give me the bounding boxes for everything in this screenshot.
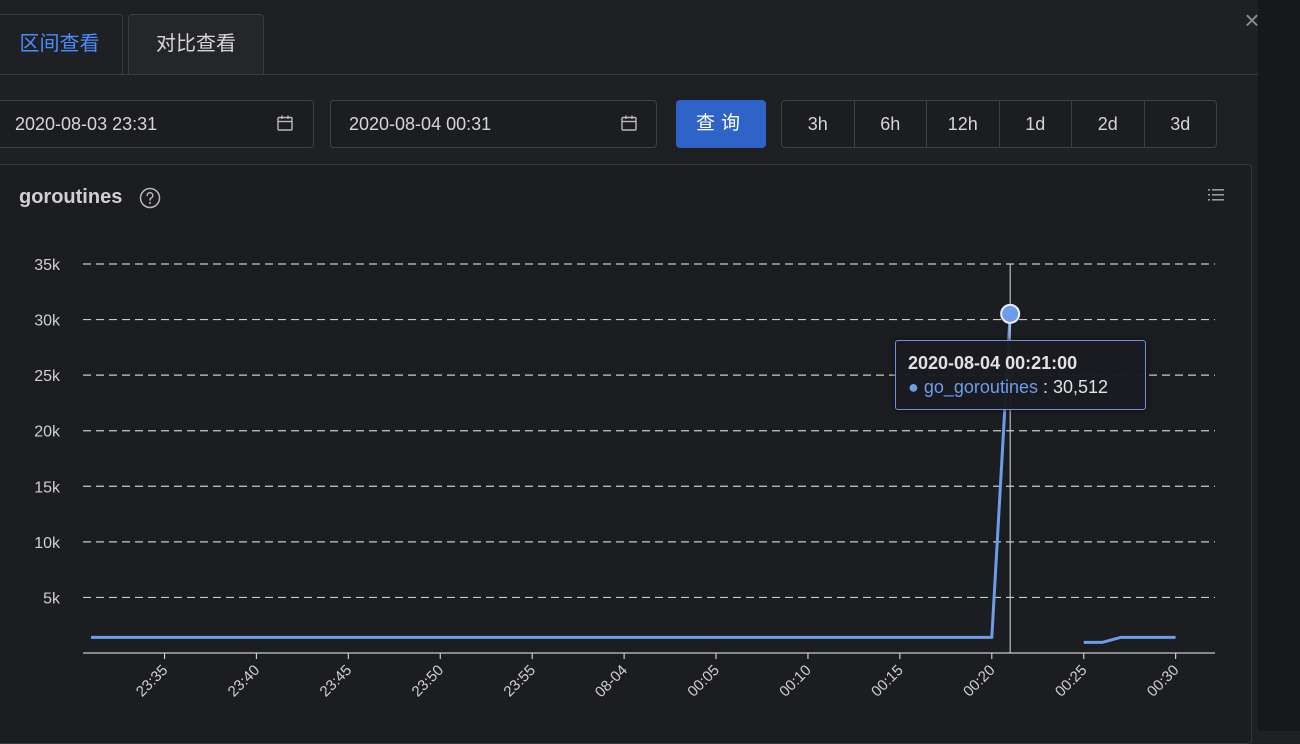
x-tick-label: 23:50 [409, 662, 448, 701]
tooltip-value: 30,512 [1052, 377, 1109, 397]
y-tick-label: 25k [34, 368, 61, 385]
y-tick-label: 5k [43, 590, 61, 607]
x-tick-label: 00:20 [960, 662, 999, 701]
hover-point [1000, 303, 1021, 324]
tooltip-row: ● go_goroutines : 30,512 [908, 377, 1109, 397]
x-tick-label: 00:10 [776, 662, 815, 701]
x-tick-label: 00:15 [868, 662, 907, 701]
x-tick-label: 00:05 [684, 662, 723, 701]
x-tick-label: 23:55 [500, 662, 539, 701]
y-tick-label: 30k [34, 313, 61, 330]
y-tick-label: 15k [34, 479, 61, 496]
x-tick-label: 23:45 [317, 662, 356, 701]
tooltip-series-name: go_goroutines [923, 377, 1038, 397]
x-tick-label: 23:35 [133, 662, 172, 701]
tooltip-time: 2020-08-04 00:21:00 [908, 353, 1078, 373]
y-tick-label: 35k [34, 257, 61, 274]
y-tick-label: 20k [34, 424, 61, 441]
series-line-go-goroutines [1083, 635, 1176, 644]
x-tick-label: 23:40 [225, 662, 264, 701]
chart-tooltip: 2020-08-04 00:21:00 ● go_goroutines : 30… [895, 340, 1146, 410]
y-tick-label: 10k [34, 535, 61, 552]
x-tick-label: 00:25 [1052, 662, 1091, 701]
x-tick-label: 08-04 [592, 662, 631, 701]
x-tick-label: 00:30 [1144, 662, 1183, 701]
series-line-go-goroutines [91, 313, 1012, 639]
